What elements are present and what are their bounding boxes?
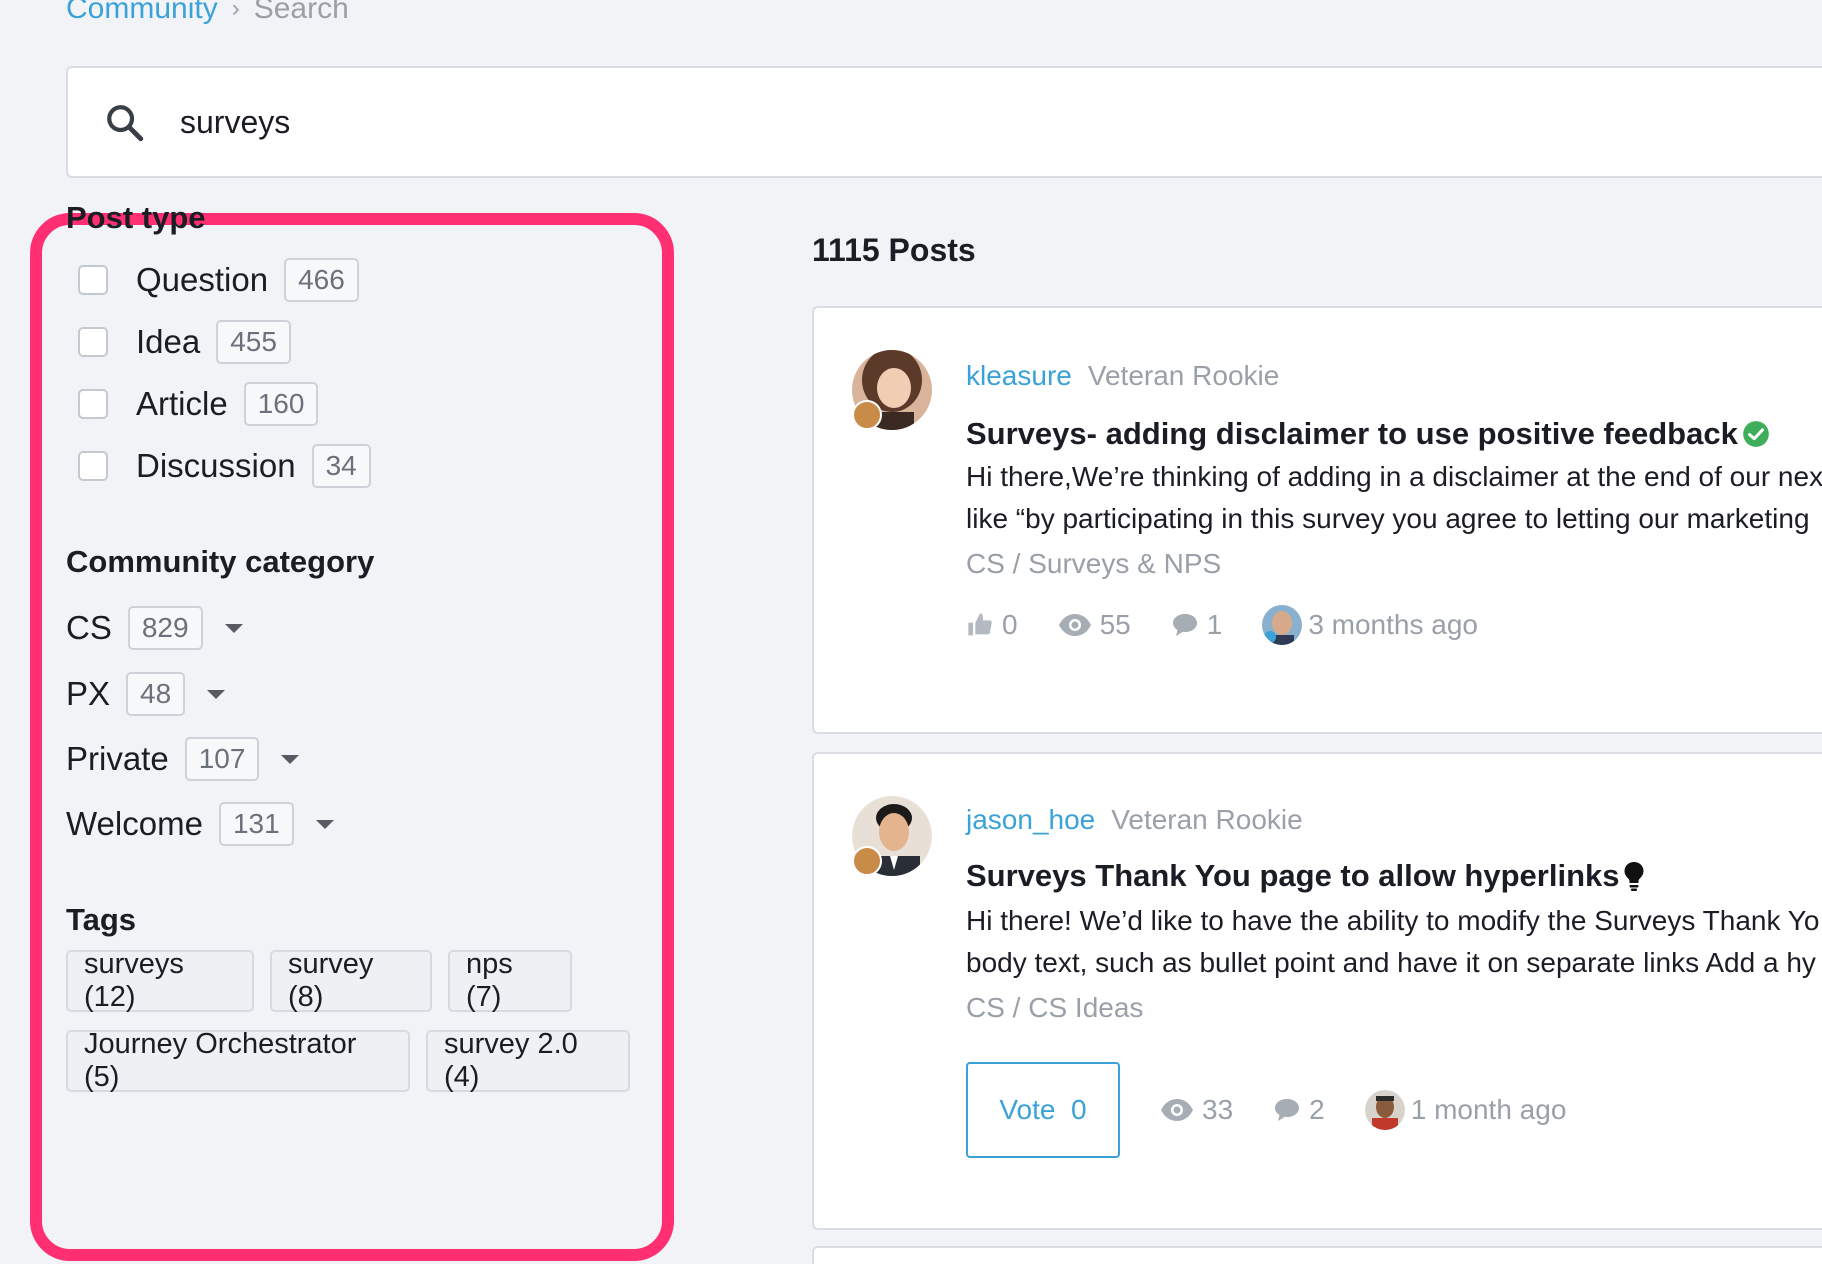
tag-survey[interactable]: survey (8) (270, 948, 432, 1013)
vote-count: 0 (1071, 1094, 1087, 1125)
last-reply-avatar[interactable] (1364, 1090, 1405, 1130)
post-type-label: Discussion (136, 447, 296, 484)
category-px[interactable]: PX 48 (66, 670, 226, 718)
search-input[interactable] (180, 96, 1680, 148)
comment-icon (1275, 1099, 1300, 1121)
results-count: 1115 Posts (812, 232, 976, 268)
post-type-heading: Post type (66, 200, 206, 235)
search-icon (107, 105, 144, 142)
post-card[interactable]: jason_hoe Veteran Rookie Surveys Thank Y… (812, 752, 1822, 1230)
post-card[interactable]: kleasure Veteran Rookie Surveys- adding … (812, 306, 1822, 734)
post-title-text[interactable]: Surveys Thank You page to allow hyperlin… (966, 858, 1619, 894)
eye-icon (1161, 1099, 1193, 1121)
post-type-label: Idea (136, 323, 201, 360)
eye-icon (1058, 614, 1091, 636)
post-type-discussion[interactable]: Discussion 34 (78, 442, 371, 490)
like-stat[interactable]: 0 (966, 609, 1018, 641)
post-time: 3 months ago (1308, 609, 1478, 640)
caret-down-icon[interactable] (315, 819, 334, 829)
comment-count: 2 (1309, 1094, 1325, 1125)
post-time: 1 month ago (1410, 1094, 1567, 1125)
author-link[interactable]: jason_hoe (966, 804, 1095, 836)
author-rank: Veteran Rookie (1087, 360, 1280, 391)
post-title[interactable]: Surveys- adding disclaimer to use positi… (966, 416, 1770, 452)
post-stats: Vote 0 33 2 1 month ago (966, 1062, 1566, 1158)
count-badge: 160 (243, 382, 319, 426)
post-excerpt-line: Hi there,We’re thinking of adding in a d… (966, 461, 1822, 492)
vote-button[interactable]: Vote 0 (966, 1062, 1120, 1158)
count-badge: 829 (127, 606, 203, 650)
category-label: Welcome (66, 805, 203, 842)
post-excerpt-line: like “by participating in this survey yo… (966, 503, 1810, 534)
post-card[interactable] (812, 1246, 1822, 1264)
search-box (66, 66, 1822, 178)
tag-surveys[interactable]: surveys (12) (66, 948, 254, 1013)
tag-survey-2[interactable]: survey 2.0 (4) (426, 1028, 630, 1093)
community-category-heading: Community category (66, 544, 375, 579)
category-welcome[interactable]: Welcome 131 (66, 800, 334, 848)
post-title-text[interactable]: Surveys- adding disclaimer to use positi… (966, 416, 1738, 452)
category-label: CS (66, 609, 112, 646)
post-type-idea[interactable]: Idea 455 (78, 318, 291, 366)
tags-heading: Tags (66, 902, 137, 937)
comment-icon (1172, 614, 1197, 636)
post-excerpt-line: body text, such as bullet point and have… (966, 947, 1816, 978)
breadcrumb-current: Search (253, 0, 349, 25)
post-type-question[interactable]: Question 466 (78, 256, 359, 304)
discussion-checkbox[interactable] (78, 451, 108, 481)
thumbs-up-icon (968, 613, 992, 636)
caret-down-icon[interactable] (224, 623, 243, 633)
rank-badge-icon (852, 400, 882, 430)
post-title[interactable]: Surveys Thank You page to allow hyperlin… (966, 858, 1645, 894)
vote-label: Vote (999, 1094, 1056, 1125)
count-badge: 455 (216, 320, 291, 364)
post-type-article[interactable]: Article 160 (78, 380, 319, 428)
check-circle-icon (1742, 421, 1769, 447)
count-badge: 34 (311, 444, 371, 488)
category-cs[interactable]: CS 829 (66, 604, 243, 652)
tag-journey-orchestrator[interactable]: Journey Orchestrator (5) (66, 1028, 410, 1093)
post-category[interactable]: CS / CS Ideas (966, 992, 1143, 1024)
last-reply-avatar[interactable] (1262, 605, 1303, 645)
post-type-label: Article (136, 385, 228, 422)
views-stat: 55 (1058, 609, 1131, 641)
caret-down-icon[interactable] (207, 689, 226, 699)
post-stats: 0 55 1 3 months ago (966, 600, 1478, 650)
count-badge: 131 (218, 802, 294, 846)
comment-count: 1 (1206, 609, 1223, 640)
question-checkbox[interactable] (78, 265, 108, 295)
category-label: PX (66, 675, 111, 712)
count-badge: 48 (126, 672, 186, 716)
author-rank: Veteran Rookie (1111, 804, 1303, 835)
post-excerpt-line: Hi there! We’d like to have the ability … (966, 905, 1820, 936)
post-type-label: Question (136, 261, 269, 298)
breadcrumb: Community › Search (66, 0, 349, 26)
tag-nps[interactable]: nps (7) (448, 948, 572, 1013)
article-checkbox[interactable] (78, 389, 108, 419)
post-category[interactable]: CS / Surveys & NPS (966, 548, 1221, 580)
author-link[interactable]: kleasure (966, 360, 1072, 392)
category-private[interactable]: Private 107 (66, 735, 300, 783)
caret-down-icon[interactable] (281, 754, 300, 764)
view-count: 55 (1099, 609, 1131, 640)
breadcrumb-community-link[interactable]: Community (66, 0, 218, 26)
count-badge: 466 (284, 258, 359, 302)
count-badge: 107 (184, 737, 260, 781)
views-stat: 33 (1160, 1094, 1233, 1126)
category-label: Private (66, 740, 169, 777)
chevron-right-icon: › (231, 0, 240, 22)
view-count: 33 (1202, 1094, 1234, 1125)
like-count: 0 (1002, 609, 1018, 640)
rank-badge-icon (852, 846, 882, 876)
idea-checkbox[interactable] (78, 327, 108, 357)
comments-stat[interactable]: 1 (1171, 609, 1223, 641)
comments-stat[interactable]: 2 (1273, 1094, 1325, 1126)
lightbulb-icon (1624, 862, 1644, 891)
